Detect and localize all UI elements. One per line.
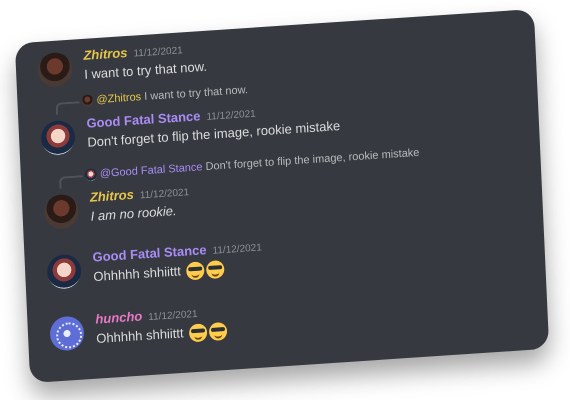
sunglasses-emoji (188, 323, 208, 343)
timestamp: 11/12/2021 (133, 45, 183, 60)
message-text-content: Ohhhhh shhiittt (93, 263, 182, 285)
reply-text: I want to try that now. (143, 84, 249, 103)
sunglasses-emoji (208, 321, 228, 342)
author-name[interactable]: Zhitros (90, 187, 135, 205)
reply-text: Don't forget to flip the image, rookie m… (205, 146, 420, 174)
timestamp: 11/12/2021 (139, 187, 190, 202)
sunglasses-emoji (185, 261, 205, 281)
message-3: @Good Fatal Stance Don't forget to flip … (15, 9, 534, 230)
avatar[interactable] (40, 119, 76, 156)
author-name[interactable]: huncho (95, 309, 143, 327)
avatar[interactable] (37, 51, 73, 88)
author-name[interactable]: Zhitros (83, 45, 128, 63)
chat-panel: Zhitros 11/12/2021 I want to try that now… (14, 8, 550, 384)
reply-author[interactable]: @Zhitros (96, 91, 141, 106)
message-4: Good Fatal Stance 11/12/2021 Ohhhhh shhii… (15, 9, 534, 290)
timestamp: 11/12/2021 (212, 242, 263, 257)
message-5: huncho 11/12/2021 Ohhhhh shhiittt (15, 9, 534, 352)
reply-avatar (84, 168, 98, 182)
timestamp: 11/12/2021 (148, 308, 198, 324)
avatar[interactable] (46, 253, 82, 290)
timestamp: 11/12/2021 (206, 108, 256, 123)
reply-author[interactable]: @Good Fatal Stance (100, 161, 203, 180)
reply-connector (55, 101, 81, 115)
sunglasses-emoji (205, 259, 225, 280)
message-text-content: Ohhhhh shhiittt (95, 325, 184, 347)
message-1: Zhitros 11/12/2021 I want to try that now… (15, 9, 534, 88)
reply-preview[interactable]: @Zhitros I want to try that now. (81, 84, 249, 108)
reply-preview[interactable]: @Good Fatal Stance Don't forget to flip … (84, 146, 420, 182)
avatar[interactable] (43, 193, 80, 230)
avatar[interactable] (49, 315, 85, 352)
reply-avatar (81, 94, 94, 108)
message-2: @Zhitros I want to try that now. Good Fa… (15, 9, 534, 156)
reply-connector (58, 175, 84, 189)
message-text: I am no rookie. (90, 203, 177, 224)
chat-screenshot: Zhitros 11/12/2021 I want to try that now… (0, 0, 570, 400)
